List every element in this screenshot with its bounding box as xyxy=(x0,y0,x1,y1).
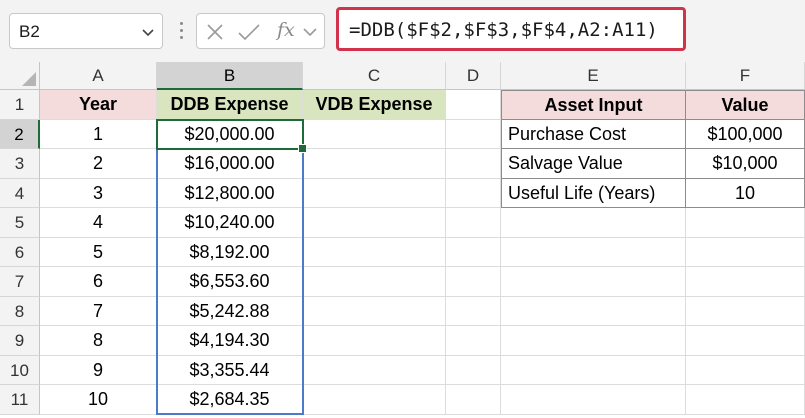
cell-empty[interactable] xyxy=(501,237,686,267)
name-box-value: B2 xyxy=(19,22,40,41)
cell-year[interactable]: 4 xyxy=(40,208,157,238)
cell-ddb-expense[interactable]: $2,684.35 xyxy=(157,385,303,415)
cell-vdb-expense[interactable] xyxy=(303,267,446,297)
cell-year[interactable]: 8 xyxy=(40,326,157,356)
cell-ddb-expense[interactable]: $10,240.00 xyxy=(157,208,303,238)
cell-empty[interactable] xyxy=(446,326,501,356)
cell-empty[interactable] xyxy=(501,385,686,415)
row-header-10[interactable]: 10 xyxy=(0,355,40,385)
cell-empty[interactable] xyxy=(501,326,686,356)
column-header-f[interactable]: F xyxy=(686,62,805,90)
row-header-7[interactable]: 7 xyxy=(0,267,40,297)
column-header-a[interactable]: A xyxy=(40,62,157,90)
row-header-9[interactable]: 9 xyxy=(0,326,40,356)
cell-ddb-expense[interactable]: $3,355.44 xyxy=(157,355,303,385)
cell-year[interactable]: 1 xyxy=(40,119,157,149)
cell-vdb-expense[interactable] xyxy=(303,355,446,385)
cell-empty[interactable] xyxy=(686,296,805,326)
row-header-11[interactable]: 11 xyxy=(0,385,40,415)
cell-vdb-expense[interactable] xyxy=(303,178,446,208)
cell-b1-ddb-header[interactable]: DDB Expense xyxy=(157,90,303,120)
column-header-e[interactable]: E xyxy=(501,62,686,90)
cell-empty[interactable] xyxy=(686,237,805,267)
cell-empty[interactable] xyxy=(686,326,805,356)
cell-e1-asset-input-header[interactable]: Asset Input xyxy=(501,90,686,120)
cell-empty[interactable] xyxy=(501,296,686,326)
cell-ddb-expense[interactable]: $8,192.00 xyxy=(157,237,303,267)
row-header-6[interactable]: 6 xyxy=(0,237,40,267)
cell-asset-label[interactable]: Useful Life (Years) xyxy=(501,178,686,208)
cell-year[interactable]: 6 xyxy=(40,267,157,297)
cell-empty[interactable] xyxy=(501,208,686,238)
insert-function-icon[interactable]: fx xyxy=(277,19,295,41)
cell-empty[interactable] xyxy=(446,178,501,208)
row-header-5[interactable]: 5 xyxy=(0,208,40,238)
cell-asset-label[interactable]: Salvage Value xyxy=(501,149,686,179)
cell-empty[interactable] xyxy=(686,208,805,238)
cell-year[interactable]: 7 xyxy=(40,296,157,326)
cell-year[interactable]: 3 xyxy=(40,178,157,208)
column-header-c[interactable]: C xyxy=(303,62,446,90)
cell-c1-vdb-header[interactable]: VDB Expense xyxy=(303,90,446,120)
formula-text: =DDB($F$2,$F$3,$F$4,A2:A11) xyxy=(349,19,658,41)
fill-handle[interactable] xyxy=(298,144,307,153)
cell-ddb-expense[interactable]: $20,000.00 xyxy=(157,119,303,149)
cell-year[interactable]: 5 xyxy=(40,237,157,267)
cell-asset-value[interactable]: 10 xyxy=(686,178,805,208)
cell-empty[interactable] xyxy=(446,119,501,149)
cell-empty[interactable] xyxy=(501,267,686,297)
formula-input[interactable]: =DDB($F$2,$F$3,$F$4,A2:A11) xyxy=(336,7,686,51)
cell-empty[interactable] xyxy=(501,355,686,385)
close-icon[interactable] xyxy=(205,22,225,42)
cell-year[interactable]: 2 xyxy=(40,149,157,179)
cell-vdb-expense[interactable] xyxy=(303,149,446,179)
cell-empty[interactable] xyxy=(446,385,501,415)
cell-vdb-expense[interactable] xyxy=(303,119,446,149)
cell-vdb-expense[interactable] xyxy=(303,237,446,267)
cell-ddb-expense[interactable]: $16,000.00 xyxy=(157,149,303,179)
cell-asset-label[interactable]: Purchase Cost xyxy=(501,119,686,149)
cell-vdb-expense[interactable] xyxy=(303,326,446,356)
cell-empty[interactable] xyxy=(446,149,501,179)
cell-f1-value-header[interactable]: Value xyxy=(686,90,805,120)
select-all-button[interactable] xyxy=(0,62,40,90)
row-header-8[interactable]: 8 xyxy=(0,296,40,326)
chevron-down-icon[interactable] xyxy=(302,25,318,39)
cell-year[interactable]: 9 xyxy=(40,355,157,385)
cell-empty[interactable] xyxy=(446,208,501,238)
formula-bar-area: B2 fx =DDB($F$2,$F$3,$F$4,A2:A11) xyxy=(0,0,805,62)
cell-ddb-expense[interactable]: $12,800.00 xyxy=(157,178,303,208)
formula-controls: fx xyxy=(196,13,325,49)
row-header-3[interactable]: 3 xyxy=(0,149,40,179)
cell-empty[interactable] xyxy=(686,267,805,297)
cell-vdb-expense[interactable] xyxy=(303,385,446,415)
cell-empty[interactable] xyxy=(446,355,501,385)
cell-asset-value[interactable]: $10,000 xyxy=(686,149,805,179)
cell-d1[interactable] xyxy=(446,90,501,120)
cell-asset-value[interactable]: $100,000 xyxy=(686,119,805,149)
cell-vdb-expense[interactable] xyxy=(303,208,446,238)
drag-handle-icon[interactable] xyxy=(180,22,183,40)
cell-a1-year-header[interactable]: Year xyxy=(40,90,157,120)
column-header-d[interactable]: D xyxy=(446,62,501,90)
row-header-1[interactable]: 1 xyxy=(0,90,40,120)
cell-ddb-expense[interactable]: $4,194.30 xyxy=(157,326,303,356)
cell-empty[interactable] xyxy=(446,296,501,326)
column-header-b[interactable]: B xyxy=(157,62,303,90)
row-header-2[interactable]: 2 xyxy=(0,119,40,149)
cell-year[interactable]: 10 xyxy=(40,385,157,415)
cell-vdb-expense[interactable] xyxy=(303,296,446,326)
chevron-down-icon[interactable] xyxy=(140,24,156,40)
cell-empty[interactable] xyxy=(686,355,805,385)
row-header-4[interactable]: 4 xyxy=(0,178,40,208)
cell-empty[interactable] xyxy=(686,385,805,415)
name-box[interactable]: B2 xyxy=(9,13,163,49)
cell-ddb-expense[interactable]: $6,553.60 xyxy=(157,267,303,297)
cell-ddb-expense[interactable]: $5,242.88 xyxy=(157,296,303,326)
cell-empty[interactable] xyxy=(446,237,501,267)
checkmark-icon[interactable] xyxy=(237,22,261,42)
cell-empty[interactable] xyxy=(446,267,501,297)
